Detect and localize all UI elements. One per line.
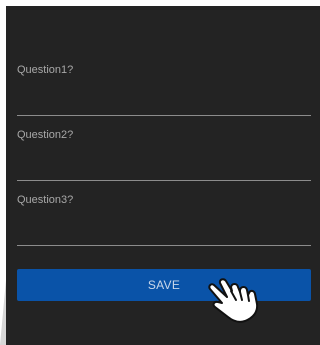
question1-label: Question1? [17,64,74,76]
question3-input[interactable] [17,221,311,246]
question2-label: Question2? [17,129,74,141]
question-form-panel: Question1? Question2? Question3? SAVE [6,6,320,345]
question3-field: Question3? [17,194,311,246]
question1-input[interactable] [17,91,311,116]
question2-input[interactable] [17,156,311,181]
question1-field: Question1? [17,64,311,116]
question3-label: Question3? [17,194,74,206]
save-button[interactable]: SAVE [17,269,311,301]
question2-field: Question2? [17,129,311,181]
